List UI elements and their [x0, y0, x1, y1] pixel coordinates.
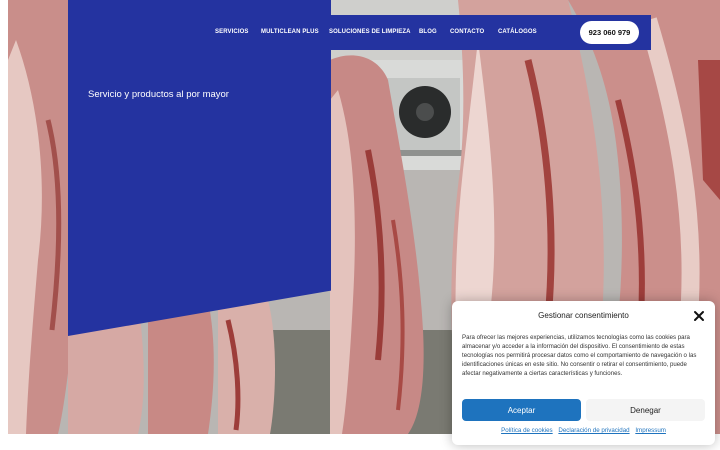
deny-button[interactable]: Denegar: [586, 399, 705, 421]
consent-dialog: Gestionar consentimiento Para ofrecer la…: [452, 301, 715, 445]
nav-item-servicios[interactable]: SERVICIOS: [215, 29, 248, 35]
consent-title: Gestionar consentimiento: [538, 311, 629, 320]
cookie-policy-link[interactable]: Política de cookies: [501, 427, 553, 434]
accept-button[interactable]: Aceptar: [462, 399, 581, 421]
consent-links: Política de cookies Declaración de priva…: [452, 427, 715, 434]
consent-body-text: Para ofrecer las mejores experiencias, u…: [462, 334, 697, 377]
phone-button[interactable]: 923 060 979: [580, 21, 639, 44]
nav-item-contacto[interactable]: CONTACTO: [450, 29, 484, 35]
hero-tagline: Servicio y productos al por mayor: [88, 89, 229, 100]
privacy-statement-link[interactable]: Declaración de privacidad: [558, 427, 629, 434]
impressum-link[interactable]: Impressum: [635, 427, 666, 434]
nav-item-blog[interactable]: BLOG: [419, 29, 437, 35]
nav-item-multiclean-plus[interactable]: MULTICLEAN PLUS: [261, 29, 319, 35]
close-icon[interactable]: [693, 310, 705, 322]
nav-item-catalogos[interactable]: CATÁLOGOS: [498, 29, 537, 35]
hero-blue-panel: [68, 0, 331, 336]
page-left-margin: [0, 0, 8, 434]
nav-item-soluciones-de-limpieza[interactable]: SOLUCIONES DE LIMPIEZA: [329, 29, 411, 35]
page: Servicio y productos al por mayor SERVIC…: [0, 0, 720, 450]
